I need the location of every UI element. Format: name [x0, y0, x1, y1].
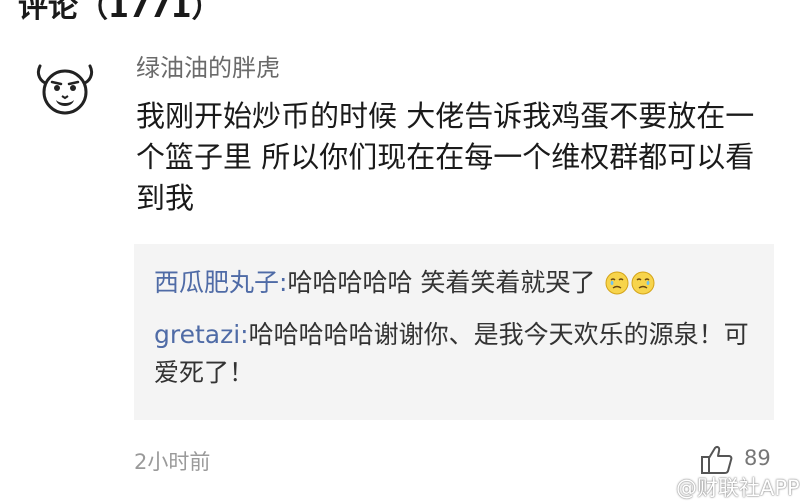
- reply-separator: :: [240, 320, 249, 349]
- comment-screen: 评论（1771） 绿油油的胖虎 我刚开始炒币的时候 大佬告诉我鸡蛋不要放在一个篮…: [0, 0, 800, 504]
- reply-author[interactable]: gretazi: [154, 320, 240, 349]
- crying-smile-emoji-icon: [605, 271, 629, 295]
- reply-text: 哈哈哈哈哈 笑着笑着就哭了: [287, 268, 596, 297]
- comments-header: 评论（1771）: [18, 0, 222, 25]
- comment-timestamp: 2小时前: [134, 450, 211, 474]
- watermark: @财联社APP: [650, 472, 800, 502]
- tiger-avatar-icon[interactable]: [34, 58, 96, 120]
- reply-author[interactable]: 西瓜肥丸子: [154, 268, 279, 297]
- watermark-text: @财联社APP: [676, 476, 800, 500]
- reply-item[interactable]: 西瓜肥丸子:哈哈哈哈哈 笑着笑着就哭了: [154, 264, 754, 302]
- reply-item[interactable]: gretazi:哈哈哈哈哈谢谢你、是我今天欢乐的源泉！可爱死了！: [154, 316, 754, 392]
- replies-panel[interactable]: 西瓜肥丸子:哈哈哈哈哈 笑着笑着就哭了 gretazi:哈哈哈哈哈谢谢你、是我今…: [134, 244, 774, 420]
- weibo-logo-icon: [650, 480, 671, 498]
- crying-smile-emoji-icon: [631, 271, 655, 295]
- like-count: 89: [744, 446, 771, 470]
- comment-body: 我刚开始炒币的时候 大佬告诉我鸡蛋不要放在一个篮子里 所以你们现在在每一个维权群…: [136, 99, 755, 215]
- comment-username[interactable]: 绿油油的胖虎: [136, 48, 280, 83]
